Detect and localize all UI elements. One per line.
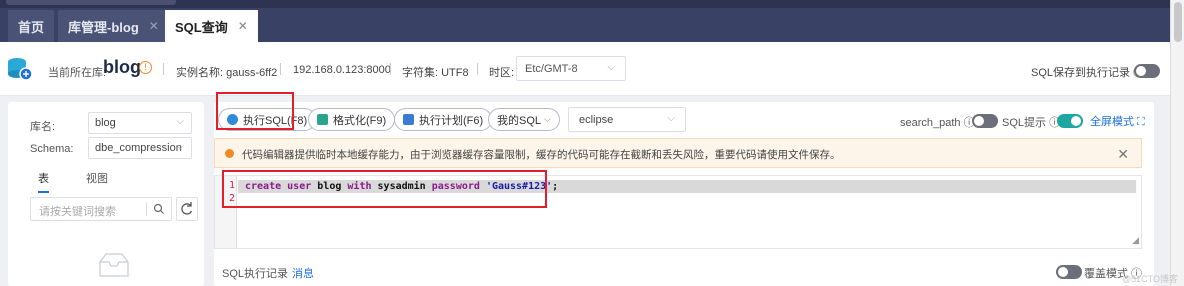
execution-plan-label: 执行计划(F6) (419, 114, 484, 127)
save-record-toggle[interactable] (1134, 64, 1160, 78)
editor-theme-select[interactable]: eclipse ⌵ (568, 107, 686, 132)
empty-box-icon (99, 253, 129, 277)
execution-plan-button[interactable]: 执行计划(F6) (394, 108, 493, 131)
my-sql-label: 我的SQL (497, 114, 542, 127)
chevron-down-icon: ⌵ (667, 113, 675, 124)
warning-icon (225, 149, 234, 158)
format-button[interactable]: 格式化(F9) (308, 108, 396, 131)
timezone-select[interactable]: Etc/GMT-8 ⌵ (516, 56, 626, 81)
divider (477, 63, 478, 75)
top-strip-blurred (6, 0, 176, 5)
schema-label: Schema: (30, 143, 74, 155)
divider (146, 202, 147, 216)
tab-sql-history[interactable]: SQL执行记录 (222, 265, 288, 281)
refresh-icon (181, 202, 193, 215)
chevron-down-icon: ⌵ (607, 62, 615, 73)
fullscreen-button[interactable]: 全屏模式 ⛶ (1090, 113, 1145, 129)
tab-tables[interactable]: 表 (38, 170, 49, 193)
my-sql-button[interactable]: 我的SQL ⌵ (488, 108, 560, 131)
close-icon[interactable]: ✕ (1117, 146, 1129, 163)
cache-notice-text: 代码编辑器提供临时本地缓存能力，由于浏览器缓存容量限制，缓存的代码可能存在截断和… (242, 149, 841, 161)
overwrite-mode-toggle[interactable] (1056, 265, 1082, 279)
chevron-down-icon: ⌵ (544, 114, 551, 124)
tab-bar: 首页 库管理-blog ✕ SQL查询 ✕ (0, 8, 1184, 42)
tab-home[interactable]: 首页 (8, 10, 55, 42)
plan-icon (403, 114, 414, 125)
highlight-box-code (222, 170, 547, 208)
tab-sql-query[interactable]: SQL查询 ✕ (165, 10, 258, 42)
close-icon[interactable]: ✕ (238, 19, 248, 33)
instance-name: 实例名称: gauss-6ff2 (176, 67, 278, 79)
divider (390, 63, 391, 75)
search-path-label: search_path ⓘ (900, 117, 975, 129)
schema-select[interactable]: dbe_compression ⌵ (88, 137, 192, 159)
sql-hint-label: SQL提示 ⓘ (1002, 117, 1061, 129)
db-label: 库名: (30, 121, 56, 133)
search-path-toggle[interactable] (972, 114, 998, 128)
object-search-input[interactable]: 请按关键词搜索 (30, 197, 172, 221)
divider (163, 63, 164, 75)
watermark: @51CTO博客 (1122, 274, 1178, 284)
format-label: 格式化(F9) (333, 114, 387, 127)
chevron-down-icon: ⌵ (176, 141, 184, 152)
tab-sql-query-label: SQL查询 (175, 19, 228, 35)
object-browser-panel: 库名: blog ⌵ Schema: dbe_compression ⌵ 表 视图 … (8, 102, 204, 286)
timezone-label: 时区: (489, 67, 515, 79)
tab-db-manage[interactable]: 库管理-blog ✕ (58, 10, 169, 42)
charset: 字符集: UTF8 (402, 67, 469, 79)
highlight-box-execute (216, 92, 294, 130)
resize-handle-icon[interactable]: ◢ (1132, 235, 1139, 246)
instance-address: 192.168.0.123:8000 (293, 64, 391, 76)
tab-views[interactable]: 视图 (86, 170, 108, 186)
cache-notice-bar: 代码编辑器提供临时本地缓存能力，由于浏览器缓存容量限制，缓存的代码可能存在截断和… (214, 138, 1142, 168)
info-warning-icon[interactable]: ! (139, 61, 152, 74)
page-scrollbar[interactable] (1170, 0, 1184, 286)
semicolon: ; (552, 181, 559, 192)
refresh-button[interactable] (176, 197, 198, 221)
timezone-value: Etc/GMT-8 (525, 63, 578, 75)
schema-select-value: dbe_compression (95, 142, 182, 154)
info-header: 当前所在库: blog ! 实例名称: gauss-6ff2 192.168.0… (0, 42, 1170, 96)
sql-hint-toggle[interactable] (1057, 114, 1083, 128)
database-icon (8, 58, 33, 81)
db-select[interactable]: blog ⌵ (88, 112, 192, 134)
chevron-down-icon: ⌵ (176, 116, 184, 127)
current-db-name: blog (103, 57, 141, 77)
top-strip (0, 0, 1184, 8)
editor-theme-value: eclipse (579, 114, 614, 126)
db-select-value: blog (95, 117, 116, 129)
search-icon[interactable] (153, 203, 165, 215)
search-placeholder: 请按关键词搜索 (39, 206, 116, 218)
close-icon[interactable]: ✕ (149, 19, 159, 33)
format-icon (317, 114, 328, 125)
tab-db-manage-label: 库管理-blog (68, 19, 139, 35)
save-record-label: SQL保存到执行记录 ⓘ (1031, 67, 1145, 79)
tab-home-label: 首页 (18, 19, 45, 35)
tab-messages[interactable]: 消息 (292, 265, 314, 281)
scrollbar-thumb[interactable] (1174, 2, 1182, 42)
current-db-label: 当前所在库: (48, 67, 107, 79)
divider (280, 63, 281, 75)
